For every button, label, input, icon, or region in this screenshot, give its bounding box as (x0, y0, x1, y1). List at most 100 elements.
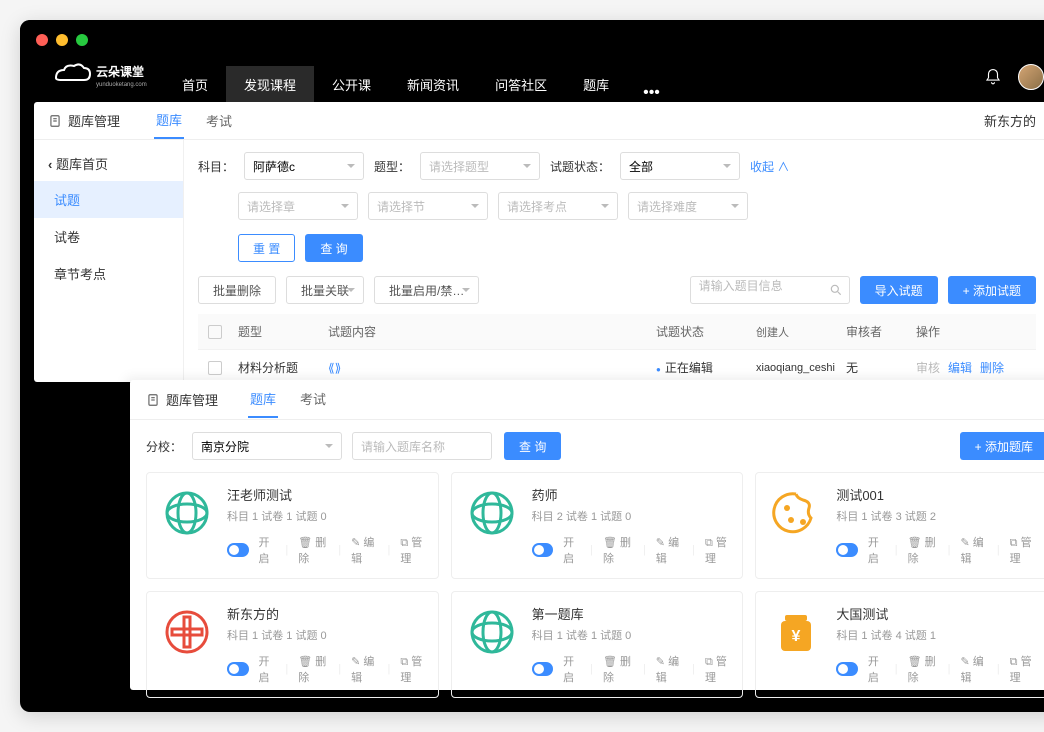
sidebar-item-试卷[interactable]: 试卷 (34, 218, 183, 255)
bank-title: 第一题库 (532, 604, 731, 623)
op-manage[interactable]: ⧉ 管理 (705, 534, 730, 566)
back-to-bank-home[interactable]: 题库首页 (34, 146, 183, 181)
op-edit[interactable]: ✎ 编辑 (656, 534, 682, 566)
op-open: 开启 (563, 653, 580, 685)
add-bank-button[interactable]: + 添加题库 (960, 432, 1044, 460)
op-open: 开启 (563, 534, 580, 566)
bank-icon (464, 485, 520, 541)
op-edit[interactable]: ✎ 编辑 (351, 653, 377, 685)
op-delete[interactable]: 🗑 删除 (908, 653, 938, 685)
nav-发现课程[interactable]: 发现课程 (226, 66, 314, 102)
point-select[interactable]: 请选择考点 (498, 192, 618, 220)
bank-card[interactable]: 药师科目 2 试卷 1 试题 0开启|🗑 删除|✎ 编辑|⧉ 管理 (451, 472, 744, 579)
p2-tab-题库[interactable]: 题库 (248, 381, 278, 418)
bell-icon[interactable] (984, 68, 1002, 86)
bank-query-button[interactable]: 查 询 (504, 432, 561, 460)
app-window: 云朵课堂 yunduoketang.com 首页发现课程公开课新闻资讯问答社区题… (20, 20, 1044, 712)
bank-card[interactable]: 第一题库科目 1 试卷 1 试题 0开启|🗑 删除|✎ 编辑|⧉ 管理 (451, 591, 744, 698)
section-select[interactable]: 请选择节 (368, 192, 488, 220)
brand-logo[interactable]: 云朵课堂 yunduoketang.com (20, 60, 164, 102)
nav-公开课[interactable]: 公开课 (314, 66, 389, 102)
bank-toggle[interactable] (227, 543, 249, 557)
bank-card[interactable]: 测试001科目 1 试卷 3 试题 2开启|🗑 删除|✎ 编辑|⧉ 管理 (755, 472, 1044, 579)
close-dot[interactable] (36, 34, 48, 46)
bank-card[interactable]: 新东方的科目 1 试卷 1 试题 0开启|🗑 删除|✎ 编辑|⧉ 管理 (146, 591, 439, 698)
collapse-filters[interactable]: 收起 (750, 158, 789, 175)
op-open: 开启 (868, 534, 885, 566)
zoom-dot[interactable] (76, 34, 88, 46)
context-tag: 新东方的 (984, 111, 1036, 130)
op-manage[interactable]: ⧉ 管理 (705, 653, 730, 685)
reset-button[interactable]: 重 置 (238, 234, 295, 262)
difficulty-select[interactable]: 请选择难度 (628, 192, 748, 220)
op-manage[interactable]: ⧉ 管理 (1010, 653, 1035, 685)
nav-more-icon[interactable]: ••• (627, 84, 676, 102)
user-avatar[interactable] (1018, 64, 1044, 90)
status-select[interactable]: 全部 (620, 152, 740, 180)
col-reviewer: 审核者 (846, 323, 916, 340)
bank-list-panel: 题库管理 题库考试 分校： 南京分院 请输入题库名称 查 询 + 添加题库 汪老… (130, 380, 1044, 690)
bank-toggle[interactable] (532, 543, 554, 557)
col-status: 试题状态 (656, 323, 756, 340)
bank-toggle[interactable] (836, 543, 858, 557)
select-all-checkbox[interactable] (208, 325, 222, 339)
op-delete[interactable]: 🗑 删除 (298, 534, 328, 566)
cell-type: 材料分析题 (238, 359, 328, 376)
bank-meta: 科目 1 试卷 1 试题 0 (227, 508, 426, 524)
batch-relate-button[interactable]: 批量关联 (286, 276, 364, 304)
op-edit[interactable]: ✎ 编辑 (960, 534, 986, 566)
batch-delete-button[interactable]: 批量删除 (198, 276, 276, 304)
nav-题库[interactable]: 题库 (565, 66, 627, 102)
p2-tab-考试[interactable]: 考试 (298, 381, 328, 418)
op-manage[interactable]: ⧉ 管理 (400, 653, 425, 685)
subject-select[interactable]: 阿萨德c (244, 152, 364, 180)
tab-考试[interactable]: 考试 (204, 103, 234, 138)
panel2-tabs: 题库考试 (248, 381, 328, 418)
bank-toggle[interactable] (532, 662, 554, 676)
col-type: 题型 (238, 323, 328, 340)
op-edit[interactable]: 编辑 (948, 359, 972, 376)
nav-新闻资讯[interactable]: 新闻资讯 (389, 66, 477, 102)
panel1-tabs: 题库考试 (150, 103, 238, 139)
nav-问答社区[interactable]: 问答社区 (477, 66, 565, 102)
nav-首页[interactable]: 首页 (164, 66, 226, 102)
op-manage[interactable]: ⧉ 管理 (400, 534, 425, 566)
minimize-dot[interactable] (56, 34, 68, 46)
op-edit[interactable]: ✎ 编辑 (656, 653, 682, 685)
op-delete[interactable]: 🗑 删除 (603, 653, 633, 685)
op-delete[interactable]: 🗑 删除 (908, 534, 938, 566)
sidebar-item-章节考点[interactable]: 章节考点 (34, 255, 183, 292)
col-creator: 创建人 (756, 324, 846, 340)
bank-toggle[interactable] (836, 662, 858, 676)
batch-toggle-button[interactable]: 批量启用/禁… (374, 276, 479, 304)
bank-meta: 科目 1 试卷 3 试题 2 (836, 508, 1035, 524)
branch-select[interactable]: 南京分院 (192, 432, 342, 460)
bank-name-input[interactable]: 请输入题库名称 (352, 432, 492, 460)
chapter-select[interactable]: 请选择章 (238, 192, 358, 220)
op-open: 开启 (868, 653, 885, 685)
op-delete[interactable]: 🗑 删除 (298, 653, 328, 685)
row-checkbox[interactable] (208, 361, 222, 375)
op-manage[interactable]: ⧉ 管理 (1010, 534, 1035, 566)
sidebar-item-试题[interactable]: 试题 (34, 181, 183, 218)
cell-content: ⟪⟫ (328, 361, 656, 375)
bank-meta: 科目 1 试卷 4 试题 1 (836, 627, 1035, 643)
type-select[interactable]: 请选择题型 (420, 152, 540, 180)
add-question-button[interactable]: + 添加试题 (948, 276, 1036, 304)
op-edit[interactable]: ✎ 编辑 (351, 534, 377, 566)
op-delete[interactable]: 删除 (980, 359, 1004, 376)
bank-card[interactable]: 汪老师测试科目 1 试卷 1 试题 0开启|🗑 删除|✎ 编辑|⧉ 管理 (146, 472, 439, 579)
svg-text:云朵课堂: 云朵课堂 (96, 64, 144, 79)
bank-card[interactable]: ¥大国测试科目 1 试卷 4 试题 1开启|🗑 删除|✎ 编辑|⧉ 管理 (755, 591, 1044, 698)
panel2-title: 题库管理 (166, 390, 218, 409)
op-open: 开启 (259, 653, 276, 685)
tab-题库[interactable]: 题库 (154, 102, 184, 139)
op-delete[interactable]: 🗑 删除 (603, 534, 633, 566)
op-edit[interactable]: ✎ 编辑 (960, 653, 986, 685)
question-search-input[interactable]: 请输入题目信息 (690, 276, 850, 304)
import-button[interactable]: 导入试题 (860, 276, 938, 304)
bank-icon (768, 485, 824, 541)
bank-toggle[interactable] (227, 662, 249, 676)
query-button[interactable]: 查 询 (305, 234, 362, 262)
op-review[interactable]: 审核 (916, 359, 940, 376)
